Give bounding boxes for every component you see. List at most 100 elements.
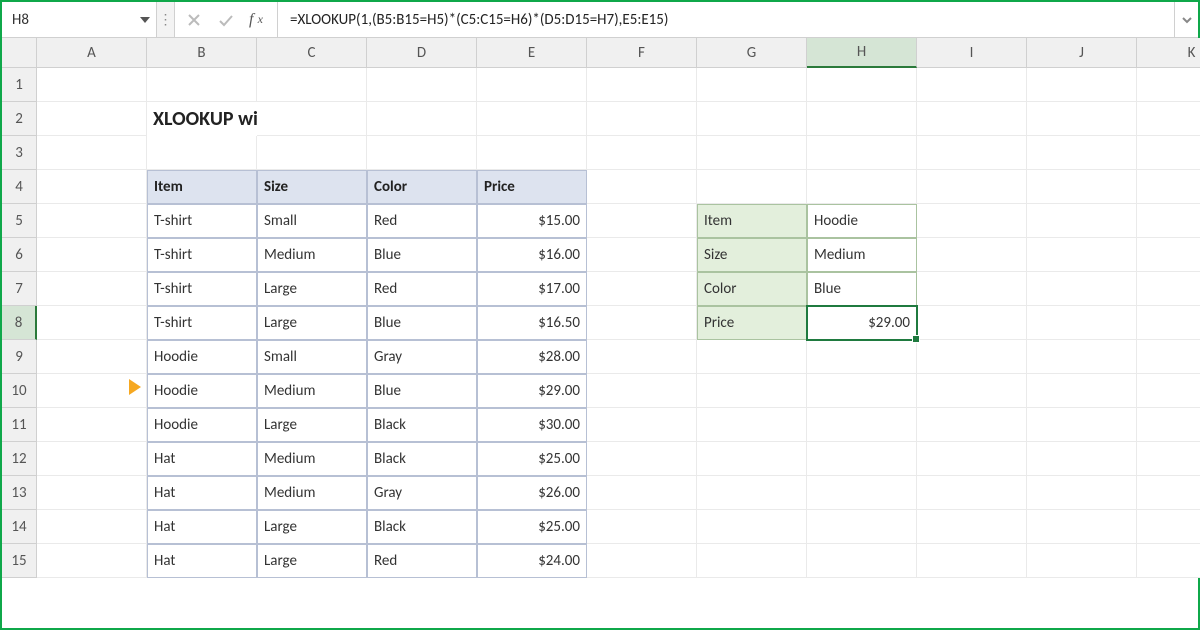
cell[interactable] [1137, 408, 1200, 442]
cell[interactable] [587, 306, 697, 340]
fill-handle[interactable] [912, 335, 920, 343]
table-cell[interactable]: $15.00 [477, 204, 587, 238]
lookup-label-price[interactable]: Price [697, 306, 807, 340]
cell[interactable] [697, 102, 807, 136]
table-header-item[interactable]: Item [147, 170, 257, 204]
cell[interactable] [697, 442, 807, 476]
row-header-2[interactable]: 2 [2, 102, 37, 136]
cell[interactable] [807, 340, 917, 374]
cell[interactable] [1137, 476, 1200, 510]
cell[interactable] [917, 442, 1027, 476]
cell[interactable] [697, 408, 807, 442]
table-cell[interactable]: T-shirt [147, 204, 257, 238]
cell[interactable] [917, 204, 1027, 238]
cell[interactable] [1137, 272, 1200, 306]
cell[interactable] [1137, 374, 1200, 408]
table-cell[interactable]: $17.00 [477, 272, 587, 306]
cell[interactable] [587, 68, 697, 102]
table-cell[interactable]: Black [367, 442, 477, 476]
cell[interactable] [37, 442, 147, 476]
cell[interactable] [257, 68, 367, 102]
cell[interactable] [807, 374, 917, 408]
col-header-c[interactable]: C [257, 38, 367, 68]
table-cell[interactable]: Large [257, 544, 367, 578]
table-cell[interactable]: $28.00 [477, 340, 587, 374]
table-cell[interactable]: Hoodie [147, 374, 257, 408]
cell[interactable] [1137, 442, 1200, 476]
cell[interactable] [917, 476, 1027, 510]
cell[interactable] [587, 442, 697, 476]
cell[interactable] [1137, 204, 1200, 238]
spreadsheet-grid[interactable]: A B C D E F G H I J K 1 2 XLOOKUP with m… [2, 38, 1198, 578]
page-title[interactable]: XLOOKUP with multiple criteria [147, 102, 257, 136]
row-header-5[interactable]: 5 [2, 204, 37, 238]
lookup-value-size[interactable]: Medium [807, 238, 917, 272]
table-cell[interactable]: Red [367, 544, 477, 578]
cell[interactable] [587, 510, 697, 544]
cell[interactable] [917, 544, 1027, 578]
cell[interactable] [367, 68, 477, 102]
lookup-value-color[interactable]: Blue [807, 272, 917, 306]
cell[interactable] [697, 170, 807, 204]
cell[interactable] [37, 374, 147, 408]
cell[interactable] [587, 238, 697, 272]
fx-icon[interactable]: fx [249, 11, 267, 29]
cell[interactable] [917, 408, 1027, 442]
table-cell[interactable]: Black [367, 408, 477, 442]
cell[interactable] [1027, 272, 1137, 306]
cell[interactable] [1027, 170, 1137, 204]
cell[interactable] [37, 102, 147, 136]
lookup-value-price[interactable]: $29.00 [807, 306, 917, 340]
cell[interactable] [917, 102, 1027, 136]
formula-input[interactable]: =XLOOKUP(1,(B5:B15=H5)*(C5:C15=H6)*(D5:D… [278, 2, 1174, 37]
cell[interactable] [37, 306, 147, 340]
row-header-11[interactable]: 11 [2, 408, 37, 442]
cell[interactable] [1027, 374, 1137, 408]
cell[interactable] [807, 442, 917, 476]
cell[interactable] [1137, 238, 1200, 272]
col-header-i[interactable]: I [917, 38, 1027, 68]
cell[interactable] [37, 544, 147, 578]
cell[interactable] [37, 204, 147, 238]
cell[interactable] [587, 340, 697, 374]
cell[interactable] [587, 374, 697, 408]
cell[interactable] [587, 408, 697, 442]
cell[interactable] [1137, 544, 1200, 578]
cell[interactable] [917, 238, 1027, 272]
cell[interactable] [917, 136, 1027, 170]
cell[interactable] [367, 102, 477, 136]
table-cell[interactable]: Blue [367, 374, 477, 408]
cell[interactable] [1137, 306, 1200, 340]
table-cell[interactable]: $16.00 [477, 238, 587, 272]
cell[interactable] [917, 510, 1027, 544]
enter-icon[interactable] [217, 11, 235, 29]
name-box[interactable]: H8 [2, 2, 157, 37]
cell[interactable] [1027, 204, 1137, 238]
cell[interactable] [807, 102, 917, 136]
cell[interactable] [917, 306, 1027, 340]
cell[interactable] [1137, 510, 1200, 544]
table-cell[interactable]: Large [257, 306, 367, 340]
cell[interactable] [1027, 476, 1137, 510]
table-cell[interactable]: Medium [257, 238, 367, 272]
cell[interactable] [1027, 136, 1137, 170]
table-cell[interactable]: Red [367, 272, 477, 306]
table-cell[interactable]: $25.00 [477, 442, 587, 476]
table-cell[interactable]: Blue [367, 306, 477, 340]
cell[interactable] [697, 476, 807, 510]
table-cell[interactable]: Gray [367, 340, 477, 374]
row-header-7[interactable]: 7 [2, 272, 37, 306]
cell[interactable] [807, 68, 917, 102]
table-cell[interactable]: $30.00 [477, 408, 587, 442]
col-header-a[interactable]: A [37, 38, 147, 68]
col-header-j[interactable]: J [1027, 38, 1137, 68]
table-header-color[interactable]: Color [367, 170, 477, 204]
col-header-g[interactable]: G [697, 38, 807, 68]
table-header-size[interactable]: Size [257, 170, 367, 204]
table-cell[interactable]: T-shirt [147, 238, 257, 272]
cell[interactable] [1027, 306, 1137, 340]
cell[interactable] [37, 476, 147, 510]
lookup-label-size[interactable]: Size [697, 238, 807, 272]
table-cell[interactable]: Hat [147, 476, 257, 510]
table-cell[interactable]: Large [257, 408, 367, 442]
